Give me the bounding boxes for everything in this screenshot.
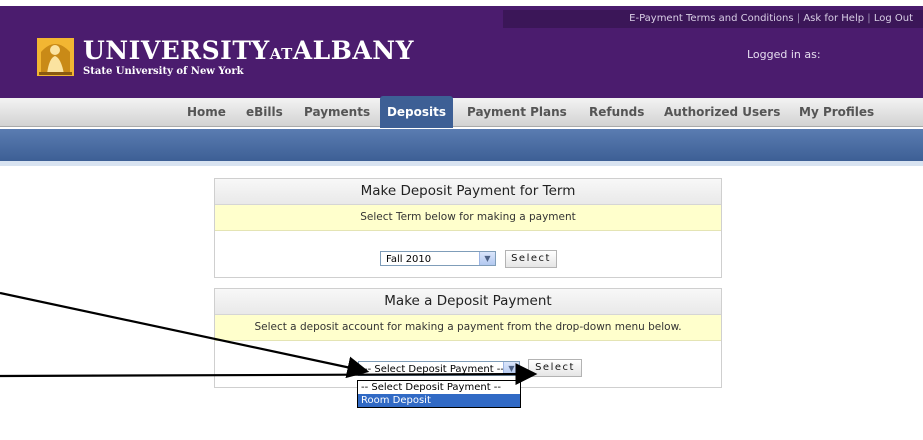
arrow-to-select-button bbox=[0, 363, 538, 386]
annotation-arrows bbox=[0, 291, 538, 386]
arrow-to-dropdown bbox=[0, 291, 370, 379]
